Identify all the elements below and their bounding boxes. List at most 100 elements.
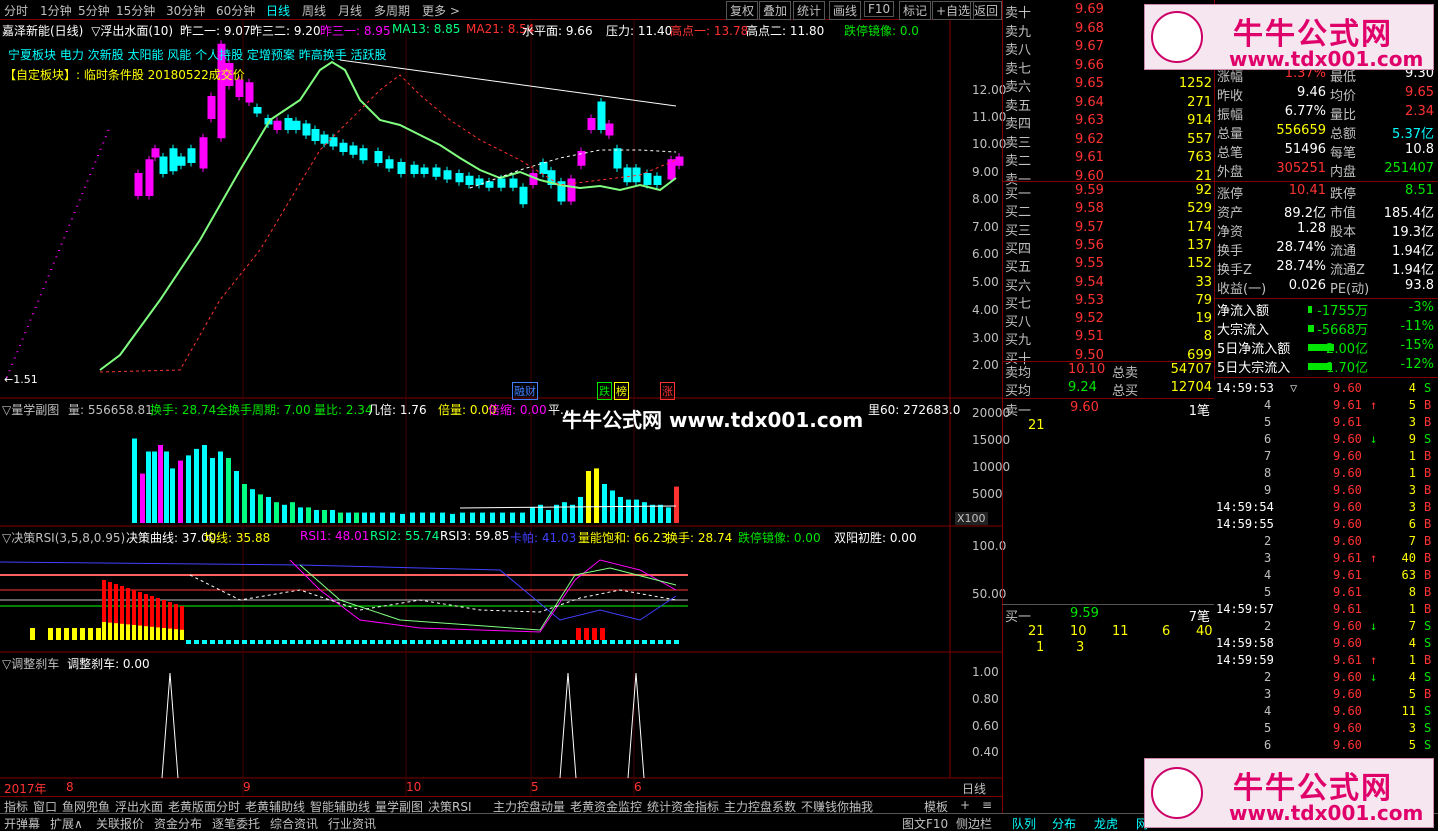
period-tab[interactable]: 30分钟 — [166, 2, 205, 19]
buy-level-price[interactable]: 9.56 — [1075, 238, 1104, 253]
sell-level-price[interactable]: 9.65 — [1075, 76, 1104, 91]
volume-bar — [306, 507, 311, 523]
bottom-bar-item[interactable]: 综合资讯 — [270, 815, 318, 831]
volume-param: 几倍: 1.76 — [368, 403, 427, 417]
rsi-bar — [108, 622, 112, 640]
buy-level-price[interactable]: 9.59 — [1075, 183, 1104, 198]
period-toolbar: 分时 1分钟 5分钟 15分钟 30分钟 60分钟 日线 周线 月线 多周期 更多 > 复权 叠加 统计画… — [0, 0, 1003, 20]
rsi-bar — [474, 640, 479, 644]
side-tab[interactable]: 分布 — [1052, 815, 1076, 831]
rsi-param: 双阳初胜: 0.00 — [834, 531, 917, 545]
buy-level-label: 买三 — [1005, 223, 1032, 239]
side-tab[interactable]: 侧边栏 — [956, 815, 992, 831]
sell-level-price[interactable]: 9.66 — [1075, 58, 1104, 73]
toolbar-button[interactable]: 叠加 — [759, 1, 792, 20]
buy-level-price[interactable]: 9.55 — [1075, 256, 1104, 271]
stat-value: 6.77% — [1284, 104, 1326, 119]
price-axis-tick: 4.00 — [972, 303, 999, 317]
toolbar-button[interactable]: 画线 — [829, 1, 862, 20]
toolbar-button[interactable]: 复权 — [726, 1, 759, 20]
volume-param: 量: 556658.81 — [68, 403, 153, 417]
candle — [169, 148, 178, 172]
bottom-bar-item[interactable]: 行业资讯 — [328, 815, 376, 831]
sell-level-volume: 763 — [1187, 150, 1212, 165]
main-indicator-name[interactable]: ▽浮出水面(10) — [91, 24, 173, 38]
buy-level-price[interactable]: 9.53 — [1075, 293, 1104, 308]
sell-level-price[interactable]: 9.64 — [1075, 95, 1104, 110]
rsi-bar — [370, 640, 375, 644]
sell-level-price[interactable]: 9.61 — [1075, 150, 1104, 165]
toolbar-button[interactable]: 返回 — [970, 1, 1003, 20]
tick-price: 9.61 — [1333, 653, 1362, 667]
period-label: 日线 — [962, 782, 987, 796]
tick-price: 9.60 — [1333, 517, 1362, 531]
volume-bar — [322, 510, 327, 523]
rsi-bar — [570, 640, 575, 644]
tick-side: S — [1424, 432, 1432, 446]
toolbar-button[interactable]: +自选 — [932, 1, 975, 20]
toolbar-button[interactable]: F10 — [864, 1, 895, 17]
main-param: 水平面: 9.66 — [522, 24, 593, 38]
rsi-panel-name[interactable]: ▽决策RSI(3,5,8,0.95) — [2, 531, 125, 545]
event-marker[interactable]: 涨 — [660, 382, 675, 400]
sell-level-label: 卖六 — [1005, 80, 1032, 95]
sell-level-price[interactable]: 9.63 — [1075, 113, 1104, 128]
brake-panel-name[interactable]: ▽调整刹车 — [2, 657, 59, 671]
period-tab[interactable]: 多周期 — [374, 2, 410, 19]
tick-volume: 8 — [1408, 585, 1416, 599]
volume-bar — [420, 512, 425, 523]
bottom-bar-item[interactable]: 开弹幕 — [4, 815, 40, 831]
rsi-bar — [48, 628, 53, 640]
stat-label: 振幅 — [1217, 108, 1244, 123]
event-marker[interactable]: 融财 — [512, 382, 538, 400]
rsi-bar — [610, 640, 615, 644]
rsi-bar — [126, 624, 130, 640]
bottom-bar-item[interactable]: 关联报价 — [96, 815, 144, 831]
toolbar-button[interactable]: 统计 — [793, 1, 826, 20]
period-tab[interactable]: 60分钟 — [216, 2, 255, 19]
sell-level-price[interactable]: 9.68 — [1075, 21, 1104, 36]
sell-level-price[interactable]: 9.62 — [1075, 132, 1104, 147]
period-tab[interactable]: 分时 — [4, 2, 28, 19]
volume-panel-name[interactable]: ▽量学副图 — [2, 403, 59, 417]
flow-label: 大宗流入 — [1217, 323, 1270, 338]
cow-logo-icon — [1151, 11, 1203, 63]
period-tab[interactable]: 5分钟 — [78, 2, 110, 19]
price-axis-tick: 8.00 — [972, 192, 999, 206]
buy-level-price[interactable]: 9.58 — [1075, 201, 1104, 216]
buy-level-price[interactable]: 9.57 — [1075, 220, 1104, 235]
bottom-bar-item[interactable]: 逐笔委托 — [212, 815, 260, 831]
sell-level-price[interactable]: 9.67 — [1075, 39, 1104, 54]
side-tab[interactable]: 图文F10 — [902, 815, 948, 831]
rsi-bar — [666, 640, 671, 644]
side-tab[interactable]: 队列 — [1012, 815, 1036, 831]
candle — [509, 178, 518, 188]
tick-side: B — [1424, 568, 1432, 582]
period-tab[interactable]: 更多 > — [422, 2, 460, 19]
period-tab[interactable]: 日线 — [266, 2, 290, 19]
period-tab[interactable]: 周线 — [302, 2, 326, 19]
bottom-bar-item[interactable]: 资金分布 — [154, 815, 202, 831]
sell-level-label: 卖九 — [1005, 24, 1032, 40]
event-marker[interactable]: 跌 — [597, 382, 612, 400]
tick-side: B — [1424, 517, 1432, 531]
buy-level-price[interactable]: 9.54 — [1075, 275, 1104, 290]
buy-level-volume: 137 — [1187, 237, 1212, 253]
toolbar-button[interactable]: 标记 — [899, 1, 932, 20]
buy-level-price[interactable]: 9.51 — [1075, 329, 1104, 344]
add-tab-icon[interactable]: + — [960, 798, 970, 812]
volume-bar — [658, 504, 663, 523]
period-tab[interactable]: 月线 — [338, 2, 362, 19]
sell-level-price[interactable]: 9.69 — [1075, 2, 1104, 17]
stat-label: 总额 — [1330, 127, 1357, 142]
event-marker[interactable]: 榜 — [614, 382, 629, 400]
menu-icon[interactable]: ≡ — [982, 798, 992, 812]
buy-level-price[interactable]: 9.52 — [1075, 311, 1104, 326]
period-tab[interactable]: 1分钟 — [40, 2, 72, 19]
period-tab[interactable]: 15分钟 — [116, 2, 155, 19]
bottom-bar-item[interactable]: 扩展∧ — [50, 815, 83, 831]
stat-value: 1.94亿 — [1392, 244, 1434, 259]
tick-price: 9.60 — [1333, 704, 1362, 718]
side-tab[interactable]: 龙虎 — [1094, 815, 1118, 831]
stat-label: 总量 — [1217, 127, 1244, 142]
